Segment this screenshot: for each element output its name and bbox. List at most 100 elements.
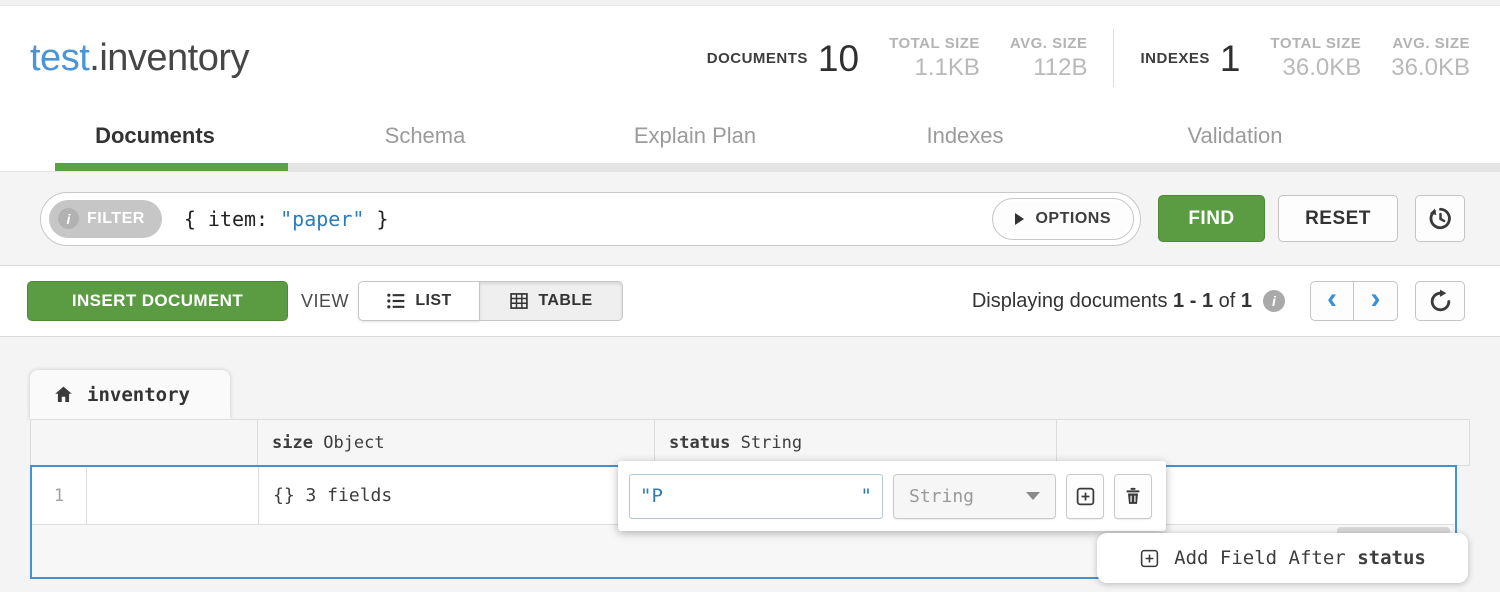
stats-divider — [1113, 29, 1114, 87]
add-field-after-menu-item[interactable]: Add Field After status — [1097, 533, 1468, 583]
collection-header: test.inventory DOCUMENTS 10 TOTAL SIZE 1… — [0, 6, 1500, 110]
reset-button[interactable]: RESET — [1278, 195, 1398, 242]
add-field-after-text: Add Field After status — [1174, 547, 1426, 569]
displaying-documents-status: Displaying documents 1 - 1 of 1 — [972, 290, 1252, 313]
query-suffix: } — [364, 207, 388, 231]
document-table-area: inventory size Object status String 1 {}… — [0, 337, 1500, 592]
row-size-cell[interactable]: {} 3 fields — [259, 467, 656, 524]
breadcrumb-collection-tab[interactable]: inventory — [30, 370, 230, 419]
pagination: ‹ › — [1310, 281, 1398, 321]
tab-list: Documents Schema Explain Plan Indexes Va… — [20, 110, 1370, 149]
documents-value: 10 — [818, 40, 859, 77]
cell-editor-popup: "P " String — [618, 461, 1166, 531]
documents-total-size-value: 1.1KB — [915, 54, 980, 82]
view-list-label: LIST — [415, 292, 451, 310]
cell-value-close-quote: " — [861, 485, 872, 507]
list-icon — [386, 291, 406, 311]
indexes-stats-group: INDEXES 1 TOTAL SIZE 36.0KB AVG. SIZE 36… — [1140, 35, 1470, 82]
documents-count: DOCUMENTS 10 — [707, 40, 859, 77]
column-size-sep — [313, 433, 323, 453]
documents-toolbar: INSERT DOCUMENT VIEW LIST TABLE Displayi… — [0, 266, 1500, 337]
plus-square-icon — [1139, 548, 1160, 569]
query-bar: i FILTER { item: "paper" } OPTIONS FIND … — [0, 171, 1500, 266]
displaying-of: of — [1213, 290, 1241, 312]
indexes-label: INDEXES — [1140, 50, 1209, 67]
previous-page-button[interactable]: ‹ — [1310, 281, 1354, 321]
breadcrumb-label: inventory — [87, 384, 190, 406]
type-select[interactable]: String — [893, 474, 1056, 519]
view-label: VIEW — [301, 291, 349, 312]
column-header-empty — [1057, 419, 1470, 466]
indexes-total-size: TOTAL SIZE 36.0KB — [1270, 35, 1361, 82]
table-header-row: size Object status String — [30, 419, 1470, 466]
refresh-documents-button[interactable] — [1415, 281, 1465, 321]
tab-explain-plan[interactable]: Explain Plan — [560, 110, 830, 149]
documents-avg-size-label: AVG. SIZE — [1010, 35, 1088, 52]
database-name: test — [30, 37, 89, 79]
query-history-button[interactable] — [1415, 195, 1465, 242]
caret-right-icon — [1015, 213, 1024, 225]
tab-documents[interactable]: Documents — [20, 110, 290, 149]
documents-avg-size-value: 112B — [1033, 54, 1087, 82]
query-string-literal: "paper" — [280, 207, 364, 231]
query-prefix: { item: — [184, 207, 280, 231]
displaying-total: 1 — [1241, 290, 1252, 312]
documents-stats-group: DOCUMENTS 10 TOTAL SIZE 1.1KB AVG. SIZE … — [707, 35, 1088, 82]
view-table-button[interactable]: TABLE — [480, 281, 623, 321]
displaying-info-icon[interactable]: i — [1263, 290, 1285, 312]
documents-total-size-label: TOTAL SIZE — [889, 35, 980, 52]
indexes-total-size-value: 36.0KB — [1283, 54, 1362, 82]
namespace-dot: . — [89, 37, 99, 79]
type-select-value: String — [909, 486, 974, 507]
history-icon — [1427, 205, 1454, 232]
tab-schema[interactable]: Schema — [290, 110, 560, 149]
indexes-avg-size: AVG. SIZE 36.0KB — [1391, 35, 1470, 82]
filter-info-icon: i — [58, 208, 79, 229]
collection-namespace-title: test.inventory — [30, 37, 249, 80]
options-button[interactable]: OPTIONS — [992, 198, 1134, 240]
column-status-name: status — [669, 433, 730, 453]
filter-badge: i FILTER — [49, 200, 162, 238]
documents-total-size: TOTAL SIZE 1.1KB — [889, 35, 980, 82]
compass-collection-screen: test.inventory DOCUMENTS 10 TOTAL SIZE 1… — [0, 0, 1500, 592]
trash-icon — [1123, 486, 1143, 506]
view-switcher: LIST TABLE — [358, 281, 623, 321]
column-status-type: String — [741, 433, 802, 453]
add-field-target: status — [1357, 547, 1426, 569]
filter-input[interactable]: i FILTER { item: "paper" } OPTIONS — [40, 192, 1141, 246]
add-field-prefix: Add Field After — [1174, 547, 1357, 569]
options-button-label: OPTIONS — [1035, 210, 1111, 228]
indexes-avg-size-value: 36.0KB — [1391, 54, 1470, 82]
filter-badge-label: FILTER — [87, 210, 145, 228]
column-status-sep — [730, 433, 740, 453]
active-tab-underline — [55, 163, 288, 171]
cell-value-input[interactable]: "P " — [629, 474, 883, 519]
tab-indexes[interactable]: Indexes — [830, 110, 1100, 149]
displaying-range: 1 - 1 — [1173, 290, 1213, 312]
filter-query-text[interactable]: { item: "paper" } — [184, 207, 389, 231]
view-list-button[interactable]: LIST — [358, 281, 480, 321]
indexes-count: INDEXES 1 — [1140, 40, 1240, 77]
find-button[interactable]: FIND — [1158, 195, 1265, 242]
chevron-down-icon — [1026, 492, 1040, 500]
indexes-avg-size-label: AVG. SIZE — [1392, 35, 1470, 52]
documents-label: DOCUMENTS — [707, 50, 808, 67]
indexes-total-size-label: TOTAL SIZE — [1270, 35, 1361, 52]
collection-name: inventory — [99, 37, 249, 79]
view-table-label: TABLE — [538, 292, 592, 310]
column-header-status: status String — [655, 419, 1057, 466]
documents-avg-size: AVG. SIZE 112B — [1010, 35, 1088, 82]
column-size-name: size — [272, 433, 313, 453]
table-grid-icon — [509, 291, 529, 311]
next-page-button[interactable]: › — [1354, 281, 1398, 321]
insert-document-button[interactable]: INSERT DOCUMENT — [27, 281, 288, 321]
add-field-button[interactable] — [1066, 474, 1104, 519]
row-blank-cell[interactable] — [87, 467, 259, 524]
tab-validation[interactable]: Validation — [1100, 110, 1370, 149]
cell-value-text: "P — [640, 485, 663, 507]
column-size-type: Object — [323, 433, 384, 453]
delete-field-button[interactable] — [1114, 474, 1152, 519]
indexes-value: 1 — [1220, 40, 1241, 77]
displaying-prefix: Displaying documents — [972, 290, 1173, 312]
refresh-icon — [1428, 289, 1453, 314]
